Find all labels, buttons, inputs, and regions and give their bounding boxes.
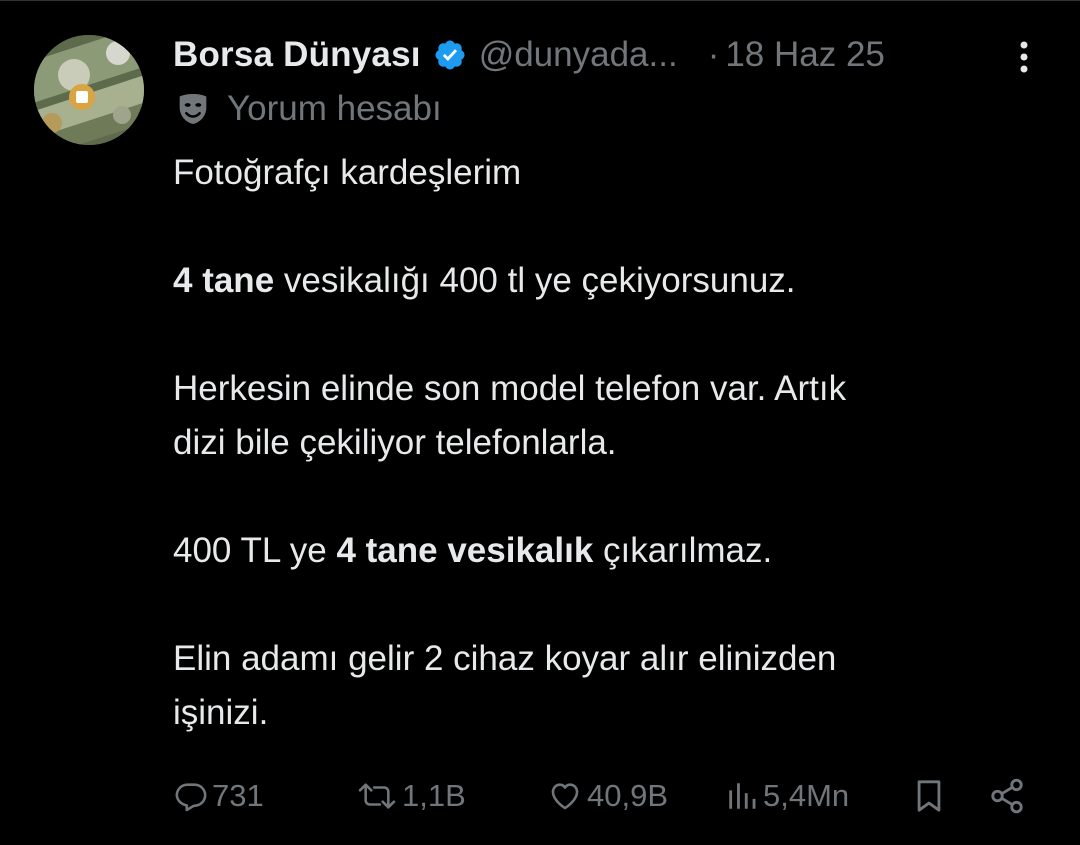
share-icon xyxy=(988,777,1026,815)
display-name[interactable]: Borsa Dünyası xyxy=(173,35,421,75)
tweet-header: Borsa Dünyası @dunyada... · 18 Haz 25 xyxy=(173,31,1053,79)
repost-count: 1,1B xyxy=(402,778,466,813)
bold-text: 4 tane xyxy=(173,261,275,300)
bookmark-button[interactable] xyxy=(912,771,946,821)
views-count: 5,4Mn xyxy=(763,778,850,813)
avatar[interactable] xyxy=(34,35,144,145)
views-button[interactable]: 5,4Mn xyxy=(725,771,849,821)
heart-icon xyxy=(547,779,583,813)
bookmark-icon xyxy=(912,777,946,815)
text-span: vesikalığı 400 tl ye çekiyorsunuz. xyxy=(274,261,796,300)
account-label: Yorum hesabı xyxy=(173,87,442,131)
bold-text: 4 tane vesikalık xyxy=(336,531,594,570)
tweet-text-line: Herkesin elinde son model telefon var. A… xyxy=(173,369,847,408)
user-handle[interactable]: @dunyada... xyxy=(479,35,678,75)
timestamp[interactable]: 18 Haz 25 xyxy=(725,35,885,75)
account-label-text: Yorum hesabı xyxy=(227,89,442,128)
repost-arrows-icon xyxy=(356,779,398,813)
tweet-text-line: işinizi. xyxy=(173,693,269,732)
tweet-text-paragraph: 4 tane vesikalığı 400 tl ye çekiyorsunuz… xyxy=(173,254,1033,308)
tweet-text-line: Elin adamı gelir 2 cihaz koyar alır elin… xyxy=(173,639,837,678)
verified-badge-icon[interactable] xyxy=(433,38,467,72)
tweet-text-line: Fotoğrafçı kardeşlerim xyxy=(173,153,522,192)
text-span: çıkarılmaz. xyxy=(593,531,773,570)
share-button[interactable] xyxy=(988,771,1026,821)
tweet-body: Fotoğrafçı kardeşlerim 4 tane vesikalığı… xyxy=(173,146,1033,740)
bar-chart-icon xyxy=(725,779,759,813)
reply-button[interactable]: 731 xyxy=(174,771,264,821)
theater-mask-icon xyxy=(173,89,213,129)
repost-button[interactable]: 1,1B xyxy=(356,771,466,821)
action-bar: 731 1,1B 40,9B 5,4Mn xyxy=(0,771,1080,821)
separator-dot: · xyxy=(707,35,720,74)
reply-bubble-icon xyxy=(174,779,208,813)
reply-count: 731 xyxy=(212,778,264,813)
tweet-text-paragraph: 400 TL ye 4 tane vesikalık çıkarılmaz. xyxy=(173,524,1033,578)
tweet-text-line: dizi bile çekiliyor telefonlarla. xyxy=(173,423,617,462)
more-vertical-icon[interactable] xyxy=(1008,37,1040,77)
like-count: 40,9B xyxy=(587,778,669,813)
like-button[interactable]: 40,9B xyxy=(547,771,668,821)
text-span: 400 TL ye xyxy=(173,531,337,570)
tweet-card[interactable]: Borsa Dünyası @dunyada... · 18 Haz 25 Yo… xyxy=(0,0,1080,845)
